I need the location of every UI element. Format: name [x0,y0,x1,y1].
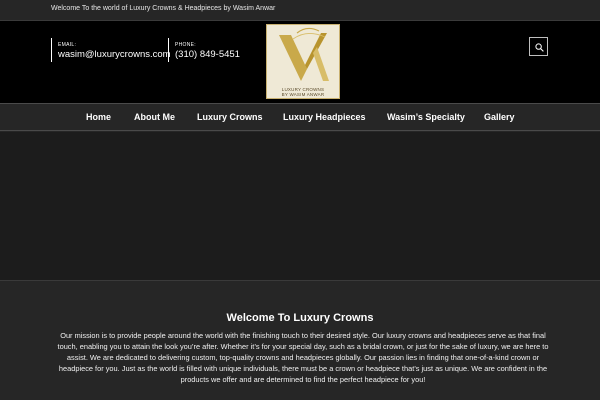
phone-contact: PHONE: (310) 849-5451 [168,38,240,62]
phone-link[interactable]: (310) 849-5451 [175,49,240,60]
crown-logo-icon [279,27,329,81]
hero-banner [0,132,600,281]
intro-title: Welcome To Luxury Crowns [226,312,374,324]
intro-section: Welcome To Luxury Crowns Our mission is … [0,281,600,400]
site-header: EMAIL: wasim@luxurycrowns.com PHONE: (31… [0,21,600,103]
search-button[interactable] [529,37,548,56]
nav-item-about-me[interactable]: About Me [134,112,175,122]
site-logo[interactable]: LUXURY CROWNS BY WASIM ANWAR [266,24,340,99]
nav-item-luxury-crowns[interactable]: Luxury Crowns [197,112,263,122]
main-nav: Home About Me Luxury Crowns Luxury Headp… [0,103,600,131]
email-link[interactable]: wasim@luxurycrowns.com [58,49,171,60]
welcome-text: Welcome To the world of Luxury Crowns & … [51,5,276,12]
intro-body: Our mission is to provide people around … [57,331,549,384]
logo-text-line2: BY WASIM ANWAR [281,92,325,97]
nav-item-luxury-headpieces[interactable]: Luxury Headpieces [283,112,366,122]
email-contact: EMAIL: wasim@luxurycrowns.com [51,38,171,62]
search-icon [535,43,544,52]
nav-item-gallery[interactable]: Gallery [484,112,515,122]
nav-item-wasims-specialty[interactable]: Wasim’s Specialty [387,112,465,122]
top-bar: Welcome To the world of Luxury Crowns & … [0,0,600,21]
email-label: EMAIL: [58,42,77,48]
nav-item-home[interactable]: Home [86,112,111,122]
phone-label: PHONE: [175,42,196,48]
